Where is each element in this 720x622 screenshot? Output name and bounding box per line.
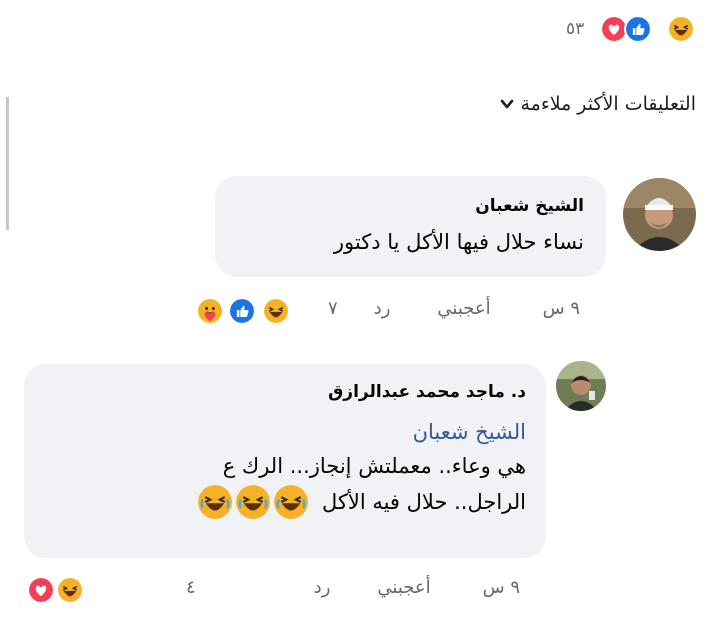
laugh-icon: [667, 15, 695, 43]
scrollbar[interactable]: [6, 97, 9, 230]
comment-bubble: الشيخ شعبان نساء حلال فيها الأكل يا دكتو…: [215, 176, 606, 277]
reactions-summary-count[interactable]: ٥٣: [566, 19, 584, 39]
comment-bubble: د. ماجد محمد عبدالرازق الشيخ شعبان هي وع…: [24, 364, 546, 558]
laugh-icon: [197, 485, 232, 519]
reactions-count[interactable]: ٧: [328, 298, 338, 319]
comment-actions: ٩ س أعجبني رد ٧: [328, 298, 580, 319]
inline-emoji-group: [197, 485, 308, 519]
like-icon: [228, 297, 256, 325]
chevron-down-icon: [501, 99, 514, 109]
comment-text-line-2: الراجل.. حلال فيه الأكل: [44, 484, 526, 520]
comment-text: نساء حلال فيها الأكل يا دكتور: [333, 230, 584, 254]
comment-timestamp[interactable]: ٩ س: [543, 298, 580, 319]
laugh-icon: [56, 576, 84, 604]
love-icon: [27, 576, 55, 604]
comment-author[interactable]: الشيخ شعبان: [237, 196, 584, 216]
comment-author[interactable]: د. ماجد محمد عبدالرازق: [44, 382, 526, 402]
comment-timestamp[interactable]: ٩ س: [483, 577, 520, 598]
reply-link[interactable]: رد: [374, 298, 391, 319]
care-icon: [196, 297, 224, 325]
reply-link[interactable]: رد: [314, 577, 331, 598]
like-icon: [624, 15, 652, 43]
like-link[interactable]: أعجبني: [377, 577, 430, 598]
sort-label: التعليقات الأكثر ملاءمة: [520, 93, 696, 115]
comment-text-line-1: هي وعاء.. معملتش إنجاز... الرك ع: [222, 454, 526, 478]
laugh-icon: [262, 297, 290, 325]
mention-link[interactable]: الشيخ شعبان: [44, 420, 526, 444]
like-link[interactable]: أعجبني: [437, 298, 490, 319]
sort-dropdown[interactable]: التعليقات الأكثر ملاءمة: [500, 93, 696, 115]
reactions-count[interactable]: ٤: [186, 577, 196, 598]
avatar[interactable]: [623, 178, 696, 251]
avatar[interactable]: [556, 361, 606, 411]
laugh-icon: [273, 485, 308, 519]
comment-text: الراجل.. حلال فيه الأكل: [321, 490, 526, 514]
comment-actions: ٩ س أعجبني رد ٤: [186, 577, 520, 598]
laugh-icon: [235, 485, 270, 519]
